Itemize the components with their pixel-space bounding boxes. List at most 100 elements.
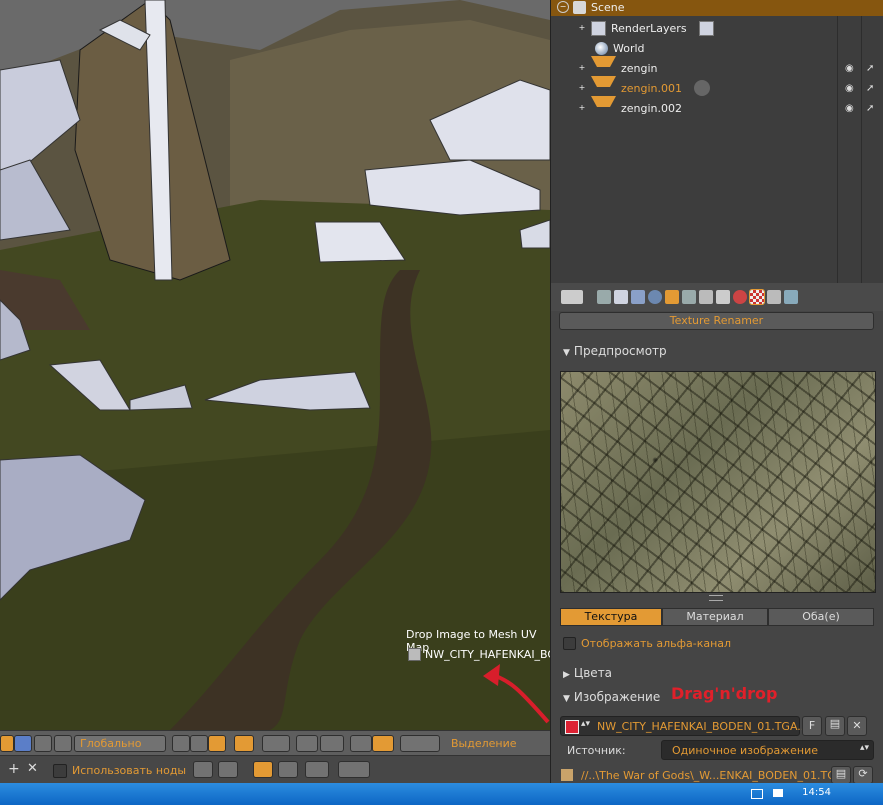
- reload-icon[interactable]: ⟳: [853, 766, 873, 784]
- node-editor-header: + ✕ Использовать ноды: [0, 755, 550, 784]
- alpha-checkbox-row[interactable]: Отображать альфа-канал: [563, 637, 731, 650]
- network-icon[interactable]: [751, 789, 763, 799]
- close-icon[interactable]: ✕: [847, 716, 867, 736]
- falloff-icon[interactable]: [296, 735, 318, 752]
- tab-material[interactable]: Материал: [662, 608, 768, 626]
- outliner-row-world[interactable]: World: [551, 38, 883, 58]
- cursor-icon[interactable]: ➚: [866, 83, 874, 94]
- browse-arrows-icon[interactable]: ▴▾: [581, 719, 590, 729]
- texture-renamer-button[interactable]: Texture Renamer: [559, 312, 874, 330]
- filepath-field[interactable]: //..\The War of Gods\_W...ENKAI_BODEN_01…: [581, 769, 843, 782]
- expand-icon[interactable]: +: [577, 63, 587, 73]
- texture-renamer-label: Texture Renamer: [669, 314, 764, 327]
- scene-icon[interactable]: [631, 290, 645, 304]
- eye-icon[interactable]: ◉: [845, 83, 854, 94]
- translate-icon[interactable]: [14, 735, 32, 752]
- outliner-empty-area: [550, 120, 883, 283]
- folder-icon[interactable]: ▤: [831, 766, 851, 784]
- colors-panel-header[interactable]: ▶ Цвета: [563, 666, 612, 680]
- parent-icon[interactable]: [218, 761, 238, 778]
- image-heading: Изображение: [573, 690, 661, 704]
- outliner-row-scene[interactable]: − Scene: [551, 0, 883, 16]
- outliner-label: zengin.001: [621, 81, 683, 95]
- vertex-select-icon[interactable]: [172, 735, 190, 752]
- 3d-viewport[interactable]: Drop Image to Mesh UV Map NW_CITY_HAFENK…: [0, 0, 550, 730]
- pin-icon[interactable]: [193, 761, 213, 778]
- eye-icon[interactable]: ◉: [845, 103, 854, 114]
- preview-panel-header[interactable]: ▼ Предпросмотр: [563, 344, 667, 358]
- texture-preview: [560, 371, 876, 593]
- render-layers-icon: [591, 20, 606, 36]
- fake-user-button[interactable]: F: [802, 716, 822, 736]
- use-nodes-checkbox[interactable]: [53, 764, 67, 778]
- resize-handle[interactable]: [709, 595, 723, 601]
- modifiers-icon[interactable]: [699, 290, 713, 304]
- outliner-label: RenderLayers: [611, 21, 687, 35]
- orientation-dropdown[interactable]: Глобально: [74, 735, 166, 752]
- data-icon[interactable]: [716, 290, 730, 304]
- snap-node-icon[interactable]: [305, 761, 329, 778]
- properties-editor[interactable]: Texture Renamer ▼ Предпросмотр Текстура М…: [550, 283, 883, 784]
- pivot-icon[interactable]: [234, 735, 254, 752]
- proportional-edit-icon[interactable]: [262, 735, 290, 752]
- drop-filename-text: NW_CITY_HAFENKAI_BODEN_01.TGA.001: [425, 648, 550, 661]
- mirror-icon[interactable]: [320, 735, 344, 752]
- clock[interactable]: 14:54: [802, 787, 831, 798]
- render-layers-icon[interactable]: [614, 290, 628, 304]
- close-icon[interactable]: ✕: [27, 761, 38, 776]
- colors-heading: Цвета: [573, 666, 613, 680]
- outliner-row-zengin-001[interactable]: + zengin.001 ◉ ➚: [551, 76, 883, 98]
- collapse-triangle-icon: ▼: [563, 694, 570, 704]
- scene-icon: [573, 0, 586, 14]
- outliner[interactable]: − Scene + RenderLayers World + zengin ◉ …: [550, 0, 883, 120]
- copy-paste-icon[interactable]: [338, 761, 370, 778]
- alpha-checkbox[interactable]: [563, 637, 576, 650]
- source-dropdown[interactable]: Одиночное изображение ▴▾: [661, 740, 874, 760]
- image-name-text: NW_CITY_HAFENKAI_BODEN_01.TGA...: [597, 720, 808, 733]
- expand-icon[interactable]: +: [577, 83, 587, 93]
- editor-type-icon[interactable]: [561, 290, 583, 304]
- texture-icon[interactable]: [749, 289, 765, 305]
- snap-icon[interactable]: [350, 735, 372, 752]
- expand-icon[interactable]: +: [577, 103, 587, 113]
- material-icon[interactable]: [733, 290, 747, 304]
- magnet-icon[interactable]: [278, 761, 298, 778]
- particles-icon[interactable]: [767, 290, 781, 304]
- render-icon[interactable]: [597, 290, 611, 304]
- rotate-icon[interactable]: [34, 735, 52, 752]
- render-preview-icon[interactable]: [400, 735, 440, 752]
- outliner-row-renderlayers[interactable]: + RenderLayers: [551, 18, 883, 38]
- speaker-icon[interactable]: [773, 789, 783, 797]
- tab-texture[interactable]: Текстура: [560, 608, 662, 626]
- folder-icon[interactable]: ▤: [825, 716, 845, 736]
- use-nodes-label: Использовать ноды: [72, 764, 187, 777]
- constraints-icon[interactable]: [682, 290, 696, 304]
- face-select-icon[interactable]: [208, 735, 226, 752]
- world-icon[interactable]: [648, 290, 662, 304]
- image-name-field[interactable]: ▴▾ NW_CITY_HAFENKAI_BODEN_01.TGA...: [560, 716, 808, 736]
- cursor-icon[interactable]: ➚: [866, 63, 874, 74]
- scale-icon[interactable]: [54, 735, 72, 752]
- object-icon[interactable]: [665, 290, 679, 304]
- tab-both[interactable]: Оба(е): [768, 608, 874, 626]
- outliner-label: zengin.002: [621, 101, 683, 115]
- image-file-icon: [408, 648, 421, 661]
- source-label: Источник:: [567, 744, 626, 757]
- snap-element-icon[interactable]: [372, 735, 394, 752]
- world-icon: [595, 41, 608, 55]
- collapse-triangle-icon: ▼: [563, 348, 570, 358]
- viewport-scene: [0, 0, 550, 730]
- backdrop-icon[interactable]: [253, 761, 273, 778]
- selection-label[interactable]: Выделение: [451, 737, 517, 750]
- outliner-row-zengin[interactable]: + zengin ◉ ➚: [551, 56, 883, 78]
- add-icon[interactable]: +: [8, 761, 20, 777]
- image-panel-header[interactable]: ▼ Изображение: [563, 690, 660, 704]
- outliner-row-zengin-002[interactable]: + zengin.002 ◉ ➚: [551, 96, 883, 118]
- eye-icon[interactable]: ◉: [845, 63, 854, 74]
- collapse-icon[interactable]: −: [557, 1, 569, 13]
- physics-icon[interactable]: [784, 290, 798, 304]
- manipulator-icon[interactable]: [0, 735, 14, 752]
- edge-select-icon[interactable]: [190, 735, 208, 752]
- cursor-icon[interactable]: ➚: [866, 103, 874, 114]
- expand-icon[interactable]: +: [577, 23, 587, 33]
